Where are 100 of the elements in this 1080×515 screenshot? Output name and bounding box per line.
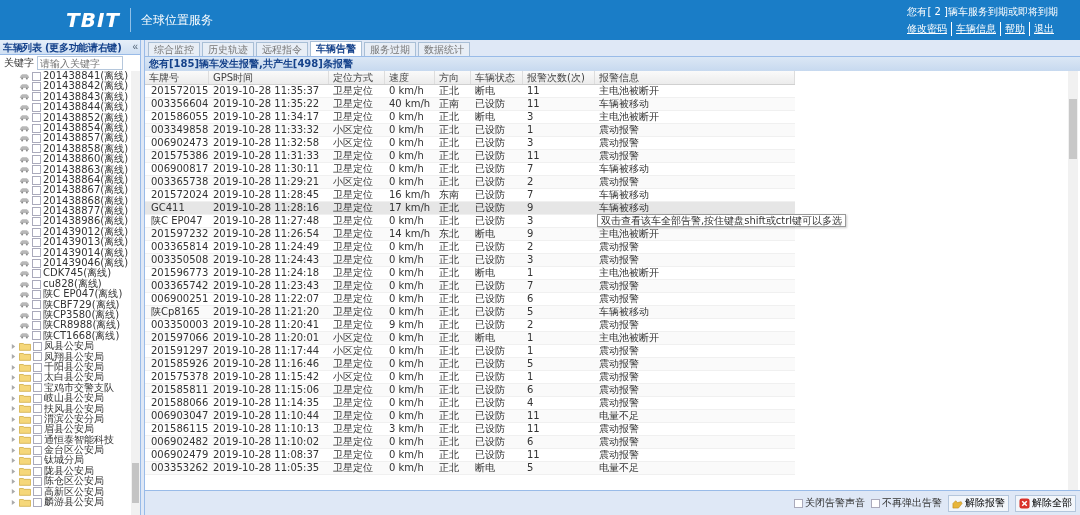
- table-row[interactable]: 006902482 2019-10-28 11:10:02 卫星定位 0 km/h 正北 已设防 6 震动报警: [145, 436, 795, 449]
- table-row[interactable]: 003353262 2019-10-28 11:05:35 卫星定位 0 km/h 正北 断电 5 电量不足: [145, 462, 795, 475]
- tree-item-label[interactable]: 陕CR8988(离线): [43, 320, 121, 331]
- tree-item-label[interactable]: 201438844(离线): [43, 102, 129, 113]
- tree-checkbox[interactable]: [33, 414, 42, 424]
- column-header[interactable]: 报警次数(次): [523, 71, 595, 84]
- header-link[interactable]: 修改密码: [903, 21, 951, 36]
- column-header[interactable]: 速度: [385, 71, 435, 84]
- tree-item-label[interactable]: 陈仓区公安局: [44, 476, 104, 487]
- tree-item-label[interactable]: CDK745(离线): [43, 268, 112, 279]
- table-row[interactable]: 201585811 2019-10-28 11:15:06 卫星定位 0 km/h 正北 已设防 6 震动报警: [145, 384, 795, 397]
- expand-arrow-icon[interactable]: [11, 478, 16, 484]
- tree-checkbox[interactable]: [32, 123, 41, 133]
- sidebar-scrollbar[interactable]: [131, 71, 140, 515]
- column-header[interactable]: 方向: [435, 71, 471, 84]
- tree-item-label[interactable]: 201438863(离线): [43, 164, 129, 175]
- table-row[interactable]: 201597232 2019-10-28 11:26:54 卫星定位 14 km/h 东北 断电 9 主电池被断开: [145, 228, 795, 241]
- tree-checkbox[interactable]: [32, 258, 41, 268]
- tree-checkbox[interactable]: [33, 424, 42, 434]
- option-checkbox[interactable]: [871, 498, 880, 508]
- column-header[interactable]: 车牌号: [145, 71, 209, 84]
- tree-checkbox[interactable]: [32, 279, 41, 289]
- table-row[interactable]: 201575386 2019-10-28 11:31:33 卫星定位 0 km/h 正北 已设防 11 震动报警: [145, 150, 795, 163]
- action-button[interactable]: 解除报警: [948, 494, 1009, 512]
- tree-checkbox[interactable]: [32, 321, 41, 331]
- tree-checkbox[interactable]: [32, 248, 41, 258]
- expand-arrow-icon[interactable]: [11, 499, 16, 505]
- tree-checkbox[interactable]: [32, 269, 41, 279]
- tree-item-label[interactable]: 201439046(离线): [43, 258, 129, 269]
- table-row[interactable]: 003349858 2019-10-28 11:33:32 小区定位 0 km/h 正北 已设防 1 震动报警: [145, 124, 795, 137]
- tree-checkbox[interactable]: [32, 134, 41, 144]
- collapse-button[interactable]: «: [130, 41, 140, 53]
- tree-checkbox[interactable]: [33, 445, 42, 455]
- tree-item-label[interactable]: 201438857(离线): [43, 133, 129, 144]
- tree-checkbox[interactable]: [32, 289, 41, 299]
- expand-arrow-icon[interactable]: [11, 375, 16, 380]
- tree-checkbox[interactable]: [32, 310, 41, 320]
- expand-arrow-icon[interactable]: [11, 416, 16, 422]
- option-label[interactable]: 关闭告警声音: [805, 496, 865, 510]
- tree-checkbox[interactable]: [32, 217, 41, 227]
- column-header[interactable]: 定位方式: [329, 71, 385, 84]
- tree-checkbox[interactable]: [32, 227, 41, 237]
- table-row[interactable]: 003356604 2019-10-28 11:35:22 卫星定位 40 km/h 正南 已设防 11 车辆被移动: [145, 98, 795, 111]
- tree-item-label[interactable]: 201439013(离线): [43, 237, 129, 248]
- action-button[interactable]: 解除全部: [1015, 494, 1076, 512]
- tab[interactable]: 综合监控: [148, 42, 200, 56]
- tree-item-label[interactable]: 眉县公安局: [44, 424, 94, 435]
- tree-item-label[interactable]: 201438852(离线): [43, 112, 129, 123]
- tree-checkbox[interactable]: [32, 165, 41, 175]
- expand-arrow-icon[interactable]: [11, 406, 16, 412]
- tab[interactable]: 历史轨迹: [202, 42, 254, 56]
- table-row[interactable]: 003365738 2019-10-28 11:29:21 小区定位 0 km/h 正北 已设防 2 震动报警: [145, 176, 795, 189]
- tree-checkbox[interactable]: [32, 92, 41, 102]
- header-link[interactable]: 车辆信息: [951, 21, 1000, 36]
- tree-checkbox[interactable]: [32, 71, 41, 81]
- tab[interactable]: 车辆告警: [310, 41, 362, 56]
- tree-item-label[interactable]: 201438842(离线): [43, 81, 129, 92]
- tree-item-label[interactable]: 201438867(离线): [43, 185, 129, 196]
- tree-item-label[interactable]: 陕C EP047(离线): [43, 289, 123, 300]
- tree-checkbox[interactable]: [32, 331, 41, 341]
- tree-checkbox[interactable]: [32, 102, 41, 112]
- tree-checkbox[interactable]: [33, 435, 42, 445]
- table-row[interactable]: 陕Cp8165 2019-10-28 11:21:20 卫星定位 0 km/h 正北 已设防 5 车辆被移动: [145, 306, 795, 319]
- tree-item-label[interactable]: 麟游县公安局: [44, 497, 104, 508]
- tree-item-label[interactable]: 渭滨公安分局: [44, 413, 104, 425]
- column-header[interactable]: 车辆状态: [471, 71, 523, 84]
- table-scrollbar[interactable]: [1068, 71, 1078, 490]
- tree-checkbox[interactable]: [33, 393, 42, 403]
- tree-checkbox[interactable]: [32, 300, 41, 310]
- expand-arrow-icon[interactable]: [11, 458, 16, 464]
- tree-checkbox[interactable]: [33, 341, 42, 351]
- tab[interactable]: 远程指令: [256, 42, 308, 56]
- tree-item-label[interactable]: 宝鸡市交警支队: [44, 382, 114, 394]
- table-row[interactable]: 003365742 2019-10-28 11:23:43 卫星定位 0 km/h 正北 已设防 7 震动报警: [145, 280, 795, 293]
- tree-item-label[interactable]: 凤翔县公安局: [44, 351, 104, 362]
- expand-arrow-icon[interactable]: [11, 468, 16, 474]
- tree-checkbox[interactable]: [33, 456, 42, 466]
- tree-item-label[interactable]: 高新区公安局: [44, 486, 104, 498]
- tree-item-label[interactable]: 扶风县公安局: [44, 403, 104, 414]
- tree-checkbox[interactable]: [32, 154, 41, 164]
- column-header[interactable]: 报警信息: [595, 71, 795, 84]
- tree-checkbox[interactable]: [32, 113, 41, 123]
- tree-checkbox[interactable]: [32, 186, 41, 195]
- tree-checkbox[interactable]: [32, 196, 41, 206]
- tree-checkbox[interactable]: [33, 373, 42, 382]
- tree-checkbox[interactable]: [33, 404, 42, 414]
- table-row[interactable]: 201597066 2019-10-28 11:20:01 小区定位 0 km/h 正北 断电 1 主电池被断开: [145, 332, 795, 345]
- expand-arrow-icon[interactable]: [11, 426, 16, 432]
- tree-checkbox[interactable]: [33, 352, 42, 362]
- table-row[interactable]: 003350508 2019-10-28 11:24:43 卫星定位 0 km/h 正北 已设防 3 震动报警: [145, 254, 795, 267]
- expand-arrow-icon[interactable]: [11, 364, 16, 370]
- table-row[interactable]: 006903047 2019-10-28 11:10:44 卫星定位 0 km/h 正北 已设防 11 电量不足: [145, 410, 795, 423]
- tree-item-label[interactable]: 岐山县公安局: [44, 393, 104, 404]
- tree-checkbox[interactable]: [32, 175, 41, 185]
- table-row[interactable]: GC411 2019-10-28 11:28:16 卫星定位 17 km/h 正北 已设防 9 车辆被移动: [145, 202, 795, 215]
- expand-arrow-icon[interactable]: [11, 395, 16, 401]
- tree-item-label[interactable]: 201438860(离线): [43, 154, 129, 165]
- tree-item-label[interactable]: 凤县公安局: [44, 341, 94, 352]
- tree-checkbox[interactable]: [33, 476, 42, 486]
- tree-checkbox[interactable]: [33, 383, 42, 393]
